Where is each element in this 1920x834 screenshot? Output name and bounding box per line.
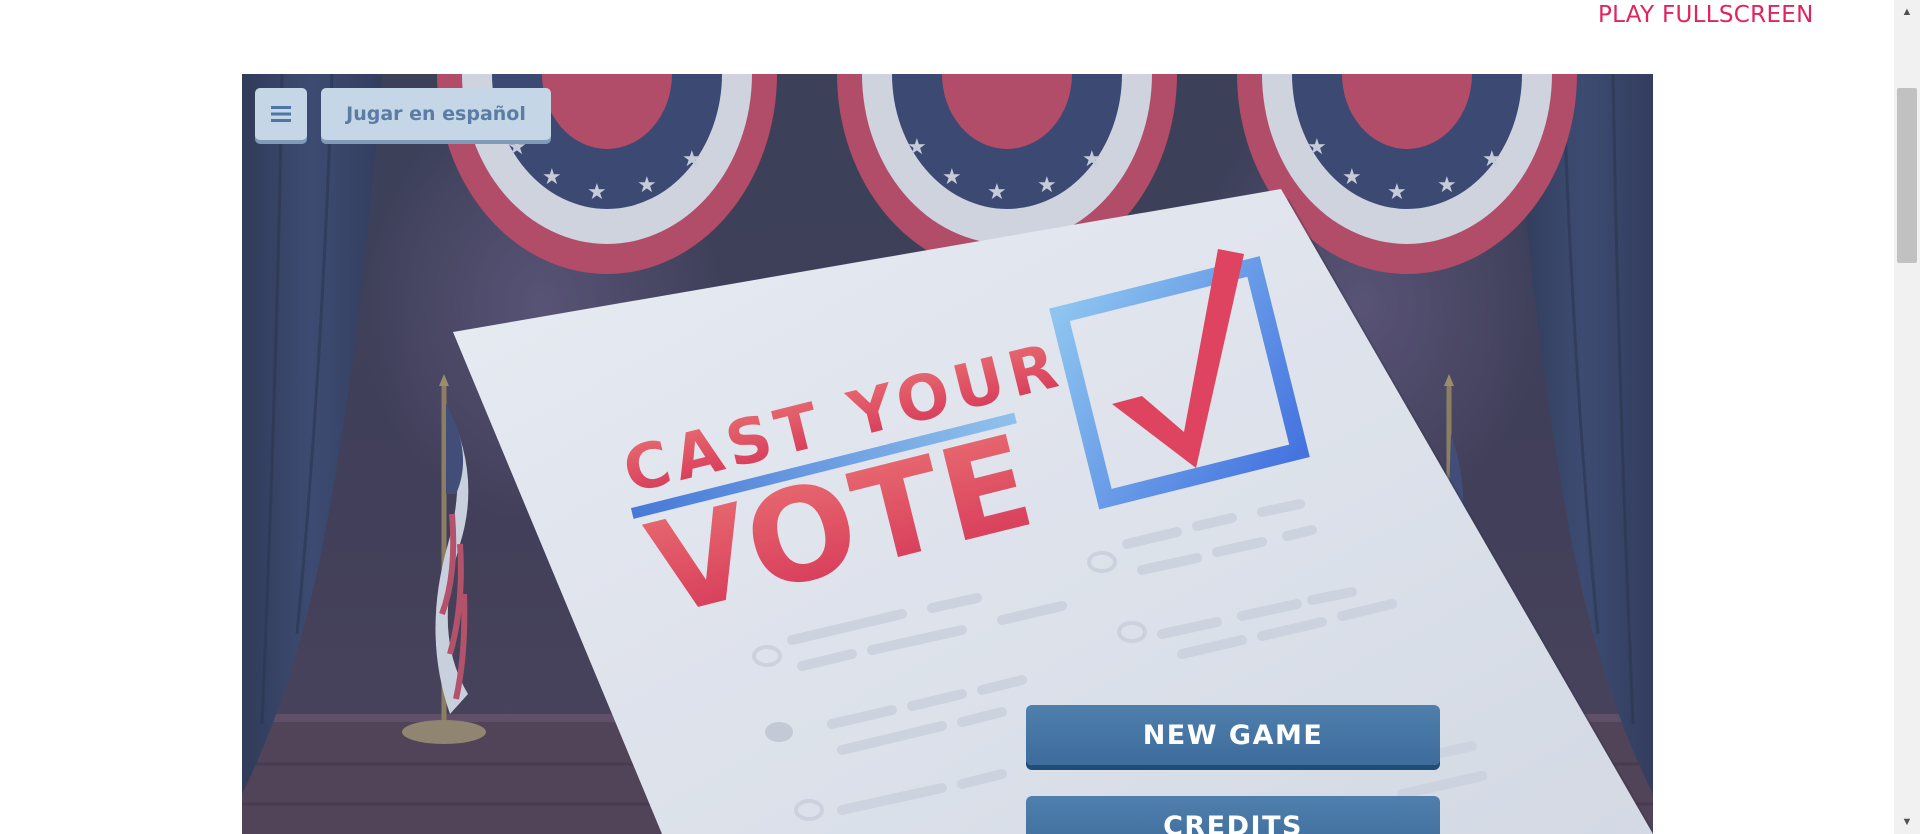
menu-button[interactable]	[255, 88, 307, 140]
play-fullscreen-link[interactable]: PLAY FULLSCREEN	[1598, 2, 1814, 28]
title-scene: ★★★ ★★ ★★★ ★★ ★★★ ★★ CAST YOUR VOTE	[242, 74, 1653, 834]
arrow-up-icon[interactable]: ▲	[1894, 2, 1920, 22]
hamburger-icon	[271, 106, 291, 122]
game-canvas[interactable]: ★ ★ ★ ★ ★ ★ ★ ★ ★ ★ ★ ★ ★ ★ ★ CAST YOUR …	[242, 74, 1653, 834]
arrow-down-icon[interactable]: ▼	[1894, 812, 1920, 832]
credits-button[interactable]: CREDITS	[1026, 796, 1440, 834]
spanish-language-button[interactable]: Jugar en español	[321, 88, 551, 140]
page-scrollbar[interactable]: ▲ ▼	[1894, 0, 1920, 834]
scrollbar-thumb[interactable]	[1897, 88, 1917, 263]
new-game-button[interactable]: NEW GAME	[1026, 705, 1440, 765]
